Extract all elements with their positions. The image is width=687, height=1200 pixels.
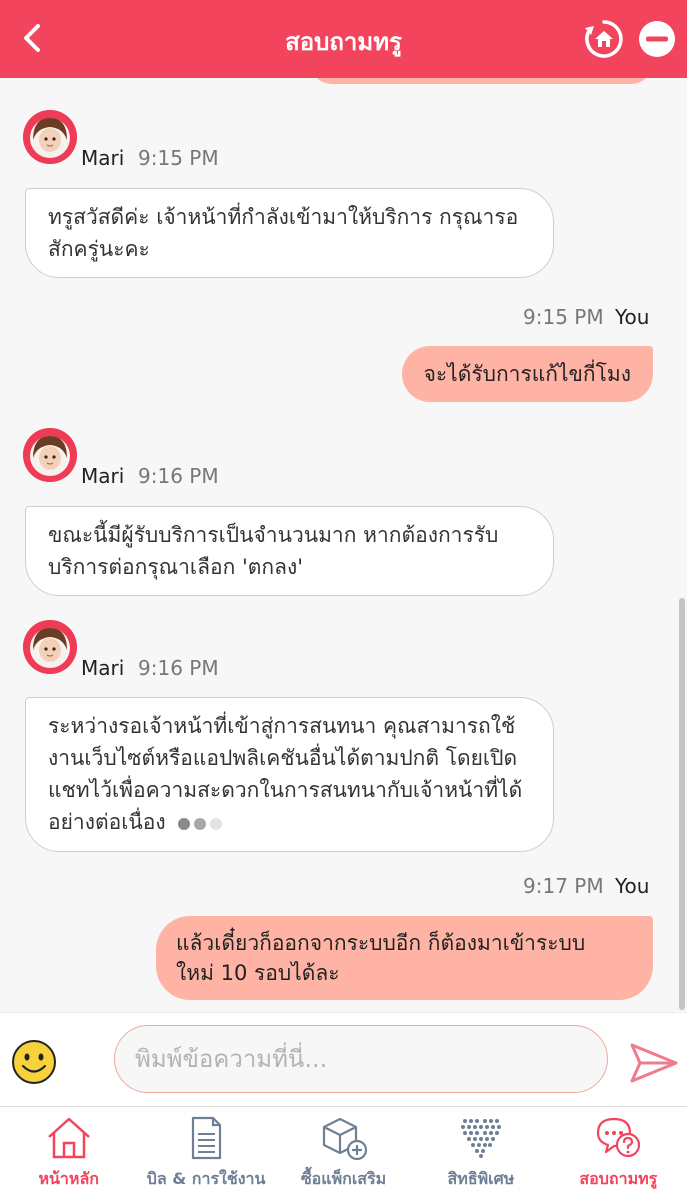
nav-item-privileges[interactable]: สิทธิพิเศษ	[412, 1107, 549, 1200]
message-line: ระหว่างรอเจ้าหน้าที่เข้าสู่การสนทนา คุณส…	[48, 714, 516, 738]
chat-message-list[interactable]: Mari 9:15 PM ทรูสวัสดีค่ะ เจ้าหน้าที่กำล…	[0, 78, 687, 1012]
message-line: อย่างต่อเนื่อง	[48, 810, 166, 834]
home-icon	[47, 1117, 90, 1159]
emoji-button[interactable]	[11, 1039, 57, 1085]
incoming-message-bubble: ขณะนี้มีผู้รับบริการเป็นจำนวนมาก หากต้อง…	[25, 506, 554, 596]
minimize-button[interactable]	[636, 18, 678, 60]
previous-message-bubble	[310, 78, 653, 84]
chat-screen: สอบถามทรู Mari 9:15 PM ทรูสวัสดีค่ะ เจ้า…	[0, 0, 687, 1200]
message-line: บริการต่อกรุณาเลือก 'ตกลง'	[48, 555, 303, 579]
send-button[interactable]	[629, 1041, 679, 1085]
agent-avatar-icon	[23, 620, 77, 674]
typing-dot	[178, 818, 191, 830]
nav-item-buy-package[interactable]: ซื้อแพ็กเสริม	[275, 1107, 412, 1200]
sender-name: Mari	[81, 464, 125, 488]
header-bar: สอบถามทรู	[0, 0, 687, 78]
message-line: ขณะนี้มีผู้รับบริการเป็นจำนวนมาก หากต้อง…	[48, 523, 499, 547]
sender-name: Mari	[81, 656, 125, 680]
outgoing-message-bubble: จะได้รับการแก้ไขกี่โมง	[401, 346, 653, 402]
outgoing-message-bubble: แล้วเดี๋ยวก็ออกจากระบบอีก ก็ต้องมาเข้าระ…	[156, 916, 653, 1000]
heart-dots-icon	[460, 1119, 501, 1158]
incoming-message-bubble: ระหว่างรอเจ้าหน้าที่เข้าสู่การสนทนา คุณส…	[25, 697, 554, 852]
sender-name: You	[615, 874, 650, 898]
chat-scrollbar[interactable]	[679, 598, 685, 1010]
message-time: 9:15 PM	[523, 305, 604, 329]
smiley-icon	[12, 1040, 56, 1084]
agent-avatar	[23, 428, 77, 482]
refresh-home-icon	[585, 20, 623, 58]
message-time: 9:17 PM	[523, 874, 604, 898]
nav-item-bill[interactable]: บิล & การใช้งาน	[137, 1107, 274, 1200]
message-line: จะได้รับการแก้ไขกี่โมง	[423, 362, 631, 386]
nav-label: ซื้อแพ็กเสริม	[300, 1169, 387, 1188]
message-time: 9:15 PM	[138, 146, 219, 170]
sender-name: Mari	[81, 146, 125, 170]
sender-name: You	[615, 305, 650, 329]
minus-circle-icon	[639, 21, 675, 57]
nav-label: หน้าหลัก	[38, 1169, 99, 1188]
message-line: แชทไว้เพื่อความสะดวกในการสนทนากับเจ้าหน้…	[48, 778, 523, 802]
restart-home-button[interactable]	[583, 18, 625, 60]
bill-icon	[192, 1116, 222, 1160]
message-composer	[0, 1012, 687, 1106]
agent-avatar	[23, 110, 77, 164]
nav-item-home[interactable]: หน้าหลัก	[0, 1107, 137, 1200]
bottom-navigation: หน้าหลัก บิล & การใช้งาน ซื้อแพ็กเสริม ส…	[0, 1106, 687, 1200]
message-time: 9:16 PM	[138, 656, 219, 680]
typing-indicator	[178, 807, 226, 839]
nav-label: สิทธิพิเศษ	[447, 1169, 515, 1188]
package-add-icon	[322, 1117, 367, 1161]
message-input[interactable]	[114, 1025, 608, 1093]
nav-label: บิล & การใช้งาน	[146, 1169, 266, 1188]
typing-dot	[194, 818, 207, 830]
message-line: งานเว็บไซต์หรือแอปพลิเคชันอื่นได้ตามปกติ…	[48, 746, 518, 770]
message-line: ทรูสวัสดีค่ะ เจ้าหน้าที่กำลังเข้ามาให้บร…	[48, 205, 519, 229]
message-line: สักครู่นะคะ	[48, 237, 150, 261]
agent-avatar-icon	[23, 428, 77, 482]
agent-avatar	[23, 620, 77, 674]
message-time: 9:16 PM	[138, 464, 219, 488]
nav-label: สอบถามทรู	[579, 1169, 658, 1188]
incoming-message-bubble: ทรูสวัสดีค่ะ เจ้าหน้าที่กำลังเข้ามาให้บร…	[25, 188, 554, 278]
agent-avatar-icon	[23, 110, 77, 164]
message-line: แล้วเดี๋ยวก็ออกจากระบบอีก ก็ต้องมาเข้าระ…	[176, 931, 586, 955]
nav-item-ask-true[interactable]: สอบถามทรู	[550, 1107, 687, 1200]
chat-question-icon	[597, 1117, 641, 1158]
typing-dot	[210, 818, 223, 830]
send-icon	[630, 1043, 678, 1083]
message-line: ใหม่ 10 รอบได้ละ	[176, 961, 340, 985]
